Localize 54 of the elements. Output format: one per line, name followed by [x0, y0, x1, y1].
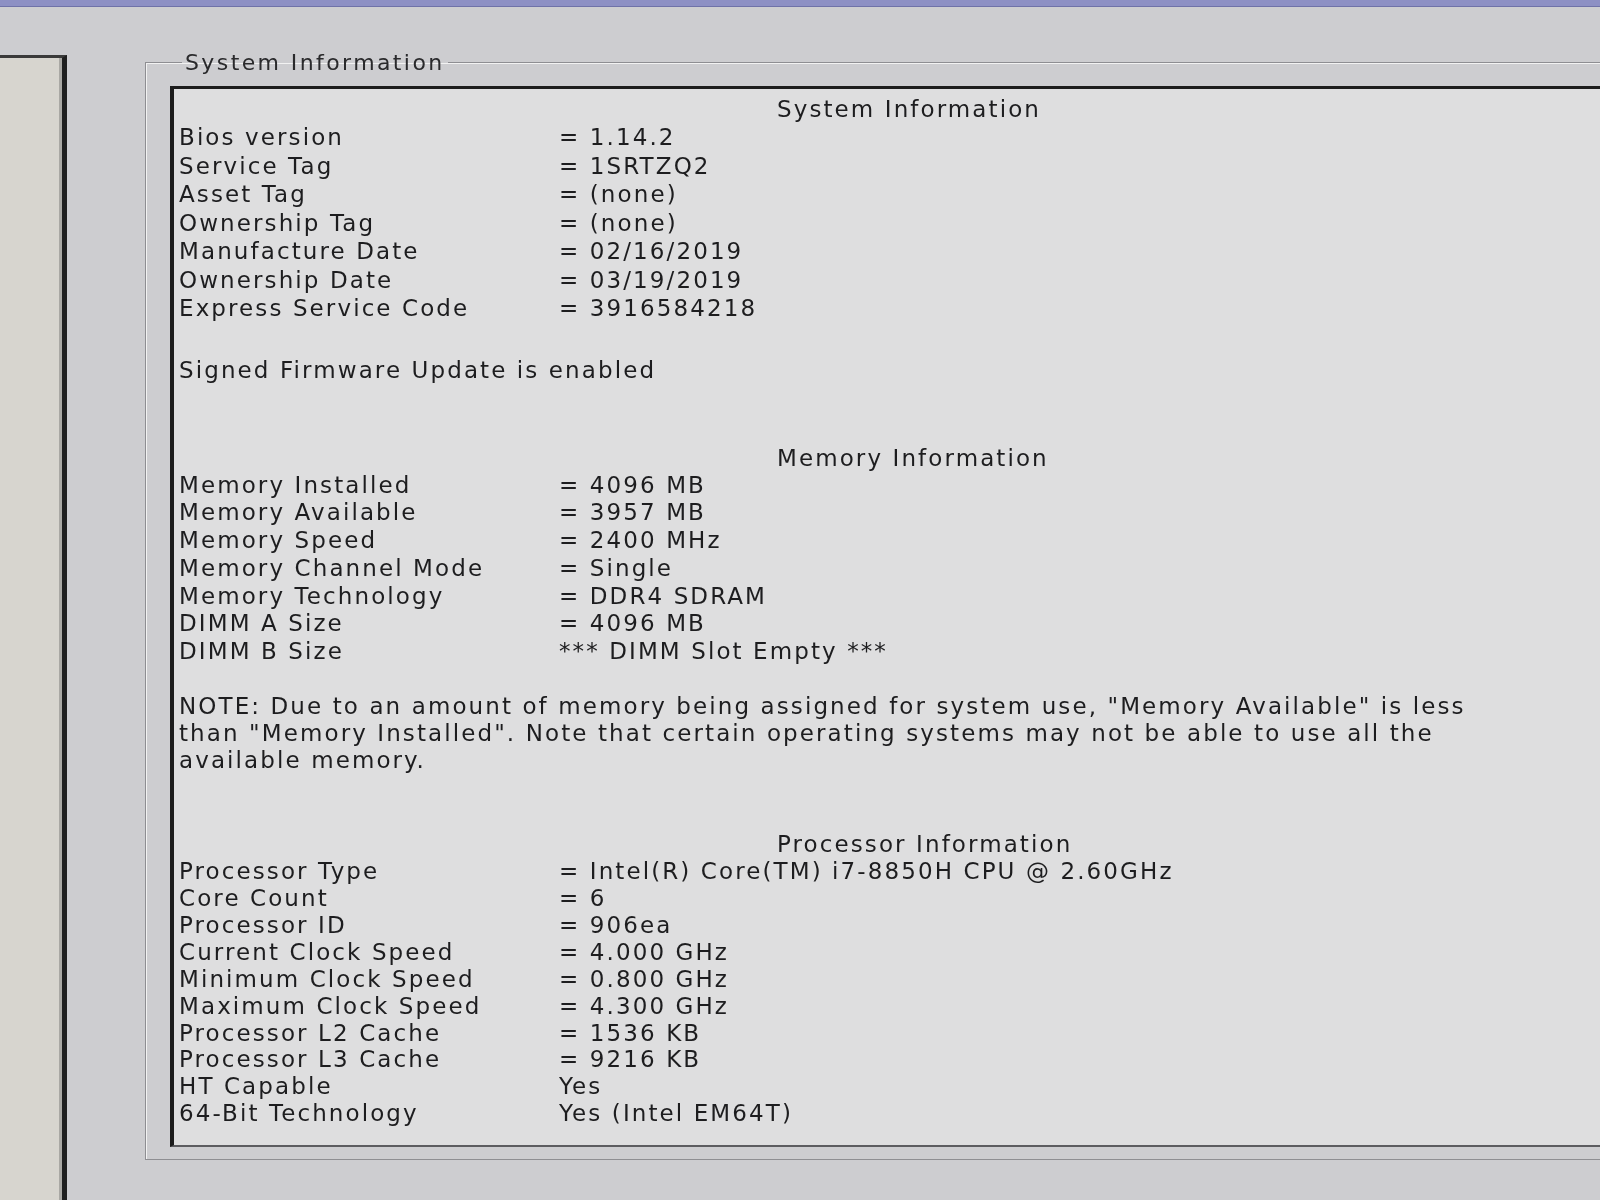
section-title: Processor Information [776, 830, 1074, 859]
field-value: = 0.800 GHz [559, 965, 730, 993]
field-label: Processor L3 Cache [179, 1046, 443, 1074]
field-label: DIMM A Size [179, 610, 345, 639]
field-label: Manufacture Date [179, 237, 421, 266]
field-value: = (none) [559, 180, 678, 209]
field-value: = 4096 MB [559, 610, 706, 639]
field-value: = 4.000 GHz [559, 938, 730, 966]
field-value: = 3916584218 [559, 294, 758, 323]
field-value: *** DIMM Slot Empty *** [559, 638, 888, 667]
field-label: Memory Technology [179, 582, 446, 611]
field-value: = 02/16/2019 [559, 237, 744, 266]
field-label: Processor Type [179, 858, 381, 885]
field-value: = Intel(R) Core(TM) i7-8850H CPU @ 2.60GHz [559, 858, 1174, 885]
field-label: Minimum Clock Speed [179, 965, 476, 993]
field-value: = DDR4 SDRAM [559, 582, 768, 611]
note-text: Signed Firmware Update is enabled [179, 356, 658, 384]
field-value: = Single [559, 554, 674, 583]
field-label: Ownership Tag [179, 208, 377, 237]
field-value: = 3957 MB [559, 499, 706, 528]
field-value: = 1536 KB [559, 1019, 702, 1047]
field-label: DIMM B Size [179, 638, 345, 667]
field-label: Current Clock Speed [179, 938, 456, 966]
field-label: Memory Channel Mode [179, 554, 486, 583]
field-label: HT Capable [179, 1073, 334, 1101]
field-label: Processor L2 Cache [179, 1019, 443, 1047]
field-value: = 1SRTZQ2 [559, 151, 711, 180]
field-label: Ownership Date [179, 265, 395, 294]
field-value: Yes [559, 1073, 603, 1101]
field-label: Memory Speed [179, 527, 379, 555]
field-value: = 2400 MHz [559, 527, 722, 555]
field-label: Express Service Code [179, 294, 471, 323]
group-box-legend: System Information [182, 50, 448, 75]
field-label: Maximum Clock Speed [179, 992, 483, 1020]
field-label: Core Count [179, 885, 330, 912]
field-label: Bios version [179, 123, 345, 152]
field-label: Service Tag [179, 151, 335, 180]
field-label: 64-Bit Technology [179, 1100, 420, 1128]
section-title: Memory Information [776, 443, 1050, 472]
field-value: = 4096 MB [559, 471, 706, 500]
note-text: NOTE: Due to an amount of memory being assigned for system use, "Memory Available" is less than "Memory Installed". Note that certain operating systems may not be able to use all the available memory. [179, 693, 1467, 775]
field-label: Memory Installed [179, 471, 413, 500]
field-value: Yes (Intel EM64T) [559, 1100, 793, 1128]
section-title: System Information [776, 95, 1042, 123]
field-value: = 1.14.2 [559, 123, 676, 152]
field-value: = 4.300 GHz [559, 992, 730, 1020]
field-label: Asset Tag [179, 180, 308, 209]
field-label: Memory Available [179, 499, 419, 528]
field-value: = 03/19/2019 [559, 265, 744, 294]
field-label: Processor ID [179, 911, 348, 939]
field-value: = 6 [559, 885, 607, 912]
field-value: = 9216 KB [559, 1046, 702, 1074]
field-value: = 906ea [559, 911, 673, 939]
field-value: = (none) [559, 208, 678, 237]
